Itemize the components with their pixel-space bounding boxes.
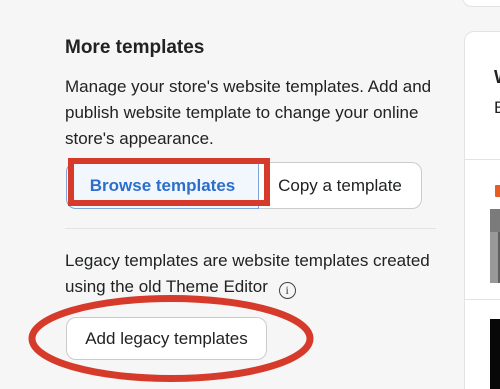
- right-card-divider: [465, 159, 500, 160]
- legacy-description-text: Legacy templates are website templates c…: [65, 251, 430, 296]
- legacy-description: Legacy templates are website templates c…: [65, 248, 430, 300]
- section-title: More templates: [65, 37, 205, 58]
- template-actions-group: Browse templates Copy a template: [66, 162, 422, 209]
- add-legacy-templates-button[interactable]: Add legacy templates: [66, 317, 267, 360]
- right-card-divider-lower: [465, 299, 500, 300]
- right-card-text-fragment: E: [494, 98, 500, 117]
- section-divider: [65, 228, 436, 229]
- info-icon[interactable]: i: [278, 281, 296, 299]
- right-template-card-partial: W E: [464, 31, 500, 389]
- browse-templates-button[interactable]: Browse templates: [66, 162, 259, 209]
- copy-template-button[interactable]: Copy a template: [259, 162, 422, 209]
- section-description: Manage your store's website templates. A…: [65, 77, 432, 148]
- templates-page: More templates Manage your store's websi…: [0, 0, 500, 389]
- right-card-heading-fragment: W: [494, 67, 500, 88]
- template-thumbnail-dark[interactable]: [490, 319, 500, 389]
- top-right-card-edge: [462, 0, 500, 7]
- template-thumbnail[interactable]: [490, 177, 500, 283]
